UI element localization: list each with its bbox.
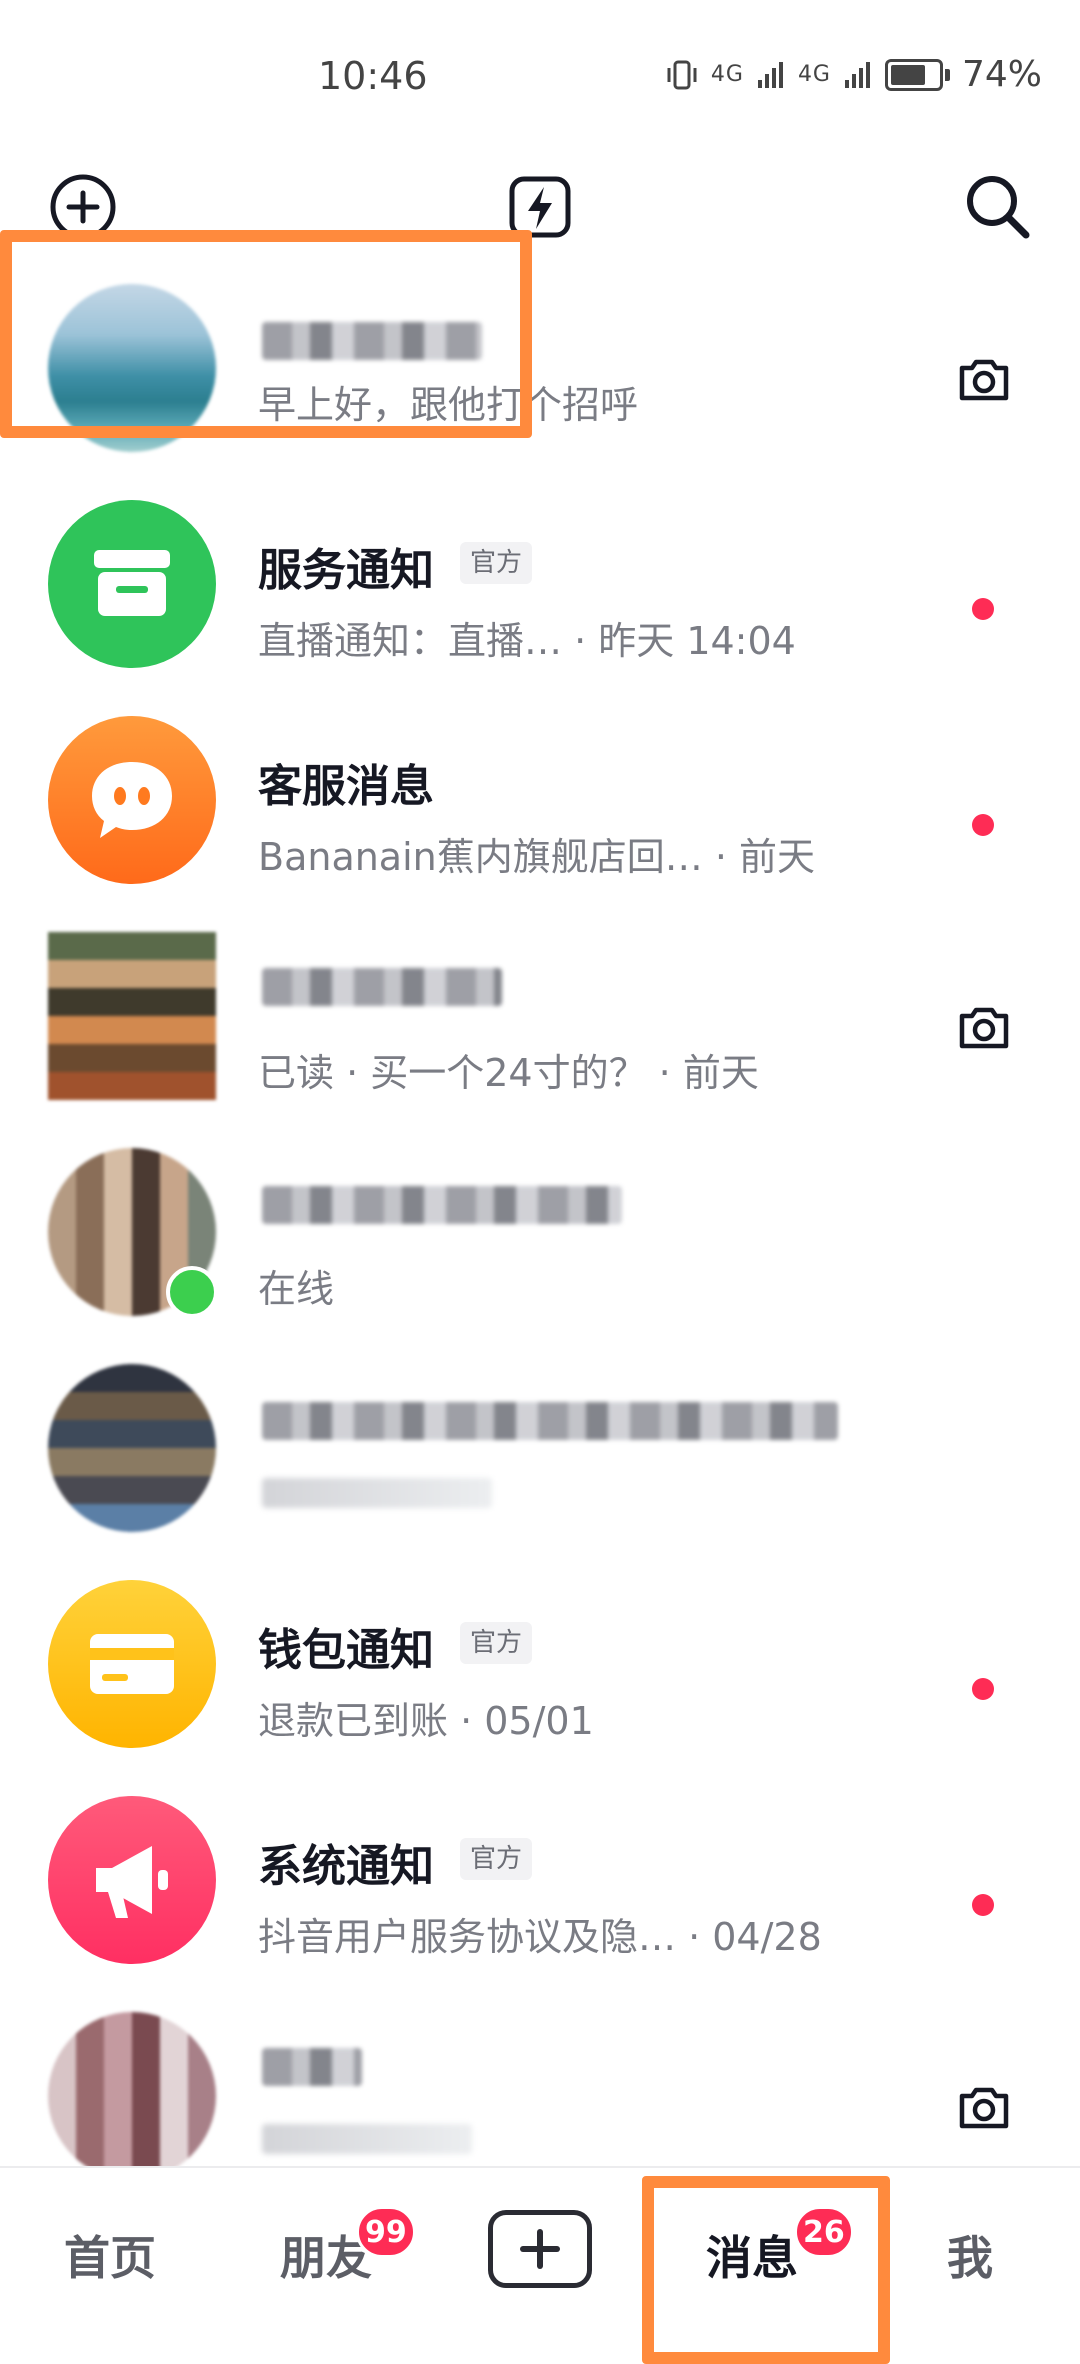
top-bar	[0, 150, 1080, 270]
list-item[interactable]: 服务通知 官方 直播通知：直播… · 昨天 14:04	[0, 486, 1080, 702]
flash-icon[interactable]	[495, 162, 585, 252]
create-button[interactable]	[488, 2210, 592, 2288]
vibrate-icon	[667, 60, 697, 89]
unread-dot	[972, 1894, 994, 1916]
list-item-name: 服务通知	[258, 545, 434, 596]
list-item-subtitle: 已读 · 买一个24寸的？ · 前天	[258, 1051, 759, 1095]
avatar	[48, 716, 216, 884]
list-item-subtitle: 直播通知：直播… · 昨天 14:04	[258, 619, 796, 663]
signal-label-1: 4G	[710, 62, 744, 87]
signal-bars-icon	[757, 61, 783, 88]
tab-me-label: 我	[947, 2231, 993, 2285]
blurred-name	[262, 2048, 362, 2086]
official-tag: 官方	[460, 1838, 533, 1880]
list-item-subtitle: 退款已到账 · 05/01	[258, 1699, 594, 1743]
unread-dot	[972, 1678, 994, 1700]
list-item[interactable]: 在线	[0, 1134, 1080, 1350]
megaphone-icon	[96, 1846, 168, 1918]
avatar	[48, 1364, 216, 1532]
list-item[interactable]: 系统通知 官方 抖音用户服务协议及隐… · 04/28	[0, 1782, 1080, 1998]
blurred-name	[262, 1186, 622, 1224]
avatar	[48, 284, 216, 452]
bottom-tab-bar: 首页 朋友 99 消息 26 我	[0, 2166, 1080, 2342]
inbox-icon	[94, 550, 170, 616]
unread-dot	[972, 598, 994, 620]
avatar	[48, 932, 216, 1100]
tab-home-label: 首页	[64, 2231, 156, 2285]
friends-badge: 99	[356, 2206, 416, 2258]
unread-dot	[972, 814, 994, 836]
blurred-name	[262, 322, 482, 360]
avatar	[48, 1796, 216, 1964]
camera-icon[interactable]	[954, 998, 1014, 1058]
plus-icon	[520, 2229, 560, 2269]
official-tag: 官方	[460, 1622, 533, 1664]
list-item-name: 客服消息	[258, 761, 434, 812]
status-bar: 10:46 4G 4G 74%	[0, 0, 1080, 150]
list-item-subtitle: 抖音用户服务协议及隐… · 04/28	[258, 1915, 822, 1959]
avatar	[48, 500, 216, 668]
chat-bubble-icon	[92, 762, 172, 838]
online-indicator	[166, 1266, 218, 1318]
search-icon[interactable]	[953, 162, 1043, 252]
blurred-name	[262, 968, 502, 1006]
list-item-subtitle: 早上好，跟他打个招呼	[258, 383, 639, 427]
camera-icon[interactable]	[954, 2078, 1014, 2138]
list-item[interactable]: 早上好，跟他打个招呼	[0, 270, 1080, 486]
battery-level: 74%	[961, 54, 1042, 95]
list-item-subtitle: Bananain蕉内旗舰店回… · 前天	[258, 835, 815, 879]
add-circle-icon[interactable]	[38, 162, 128, 252]
blurred-name	[262, 1402, 838, 1440]
blurred-subtitle	[262, 1478, 492, 1508]
signal-bars-icon	[844, 61, 870, 88]
camera-icon[interactable]	[954, 350, 1014, 410]
signal-label-2: 4G	[797, 62, 831, 87]
battery-icon	[884, 58, 943, 91]
avatar	[48, 2012, 216, 2180]
status-indicators: 4G 4G 74%	[665, 54, 1042, 95]
avatar	[48, 1580, 216, 1748]
list-item[interactable]: 客服消息 Bananain蕉内旗舰店回… · 前天	[0, 702, 1080, 918]
list-item-subtitle: 在线	[258, 1267, 335, 1311]
official-tag: 官方	[460, 542, 533, 584]
tab-me[interactable]: 我	[900, 2168, 1040, 2342]
status-time: 10:46	[318, 54, 428, 98]
tab-messages-label: 消息	[706, 2231, 798, 2285]
list-item-name: 系统通知	[258, 1841, 434, 1892]
list-item[interactable]	[0, 1350, 1080, 1566]
list-item-name: 钱包通知	[258, 1625, 434, 1676]
blurred-subtitle	[262, 2124, 472, 2154]
wallet-card-icon	[90, 1634, 174, 1694]
messages-badge: 26	[794, 2206, 854, 2258]
list-item[interactable]: 已读 · 买一个24寸的？ · 前天	[0, 918, 1080, 1134]
tab-home[interactable]: 首页	[20, 2168, 200, 2342]
list-item[interactable]: 钱包通知 官方 退款已到账 · 05/01	[0, 1566, 1080, 1782]
